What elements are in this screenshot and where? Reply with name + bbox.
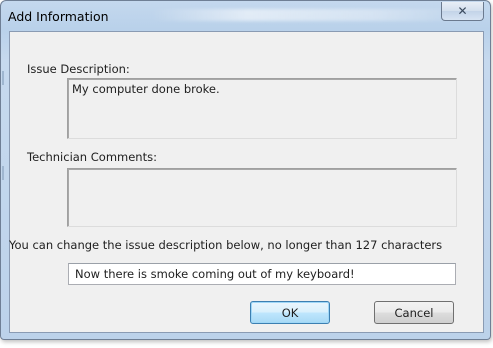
- issue-description-field[interactable]: My computer done broke.: [67, 78, 457, 139]
- cancel-button[interactable]: Cancel: [374, 301, 454, 324]
- dialog-window: Add Information ✕ Issue Description: My …: [0, 0, 491, 340]
- title-bar-background-blur: [151, 9, 471, 21]
- ok-button[interactable]: OK: [250, 301, 330, 324]
- dialog-client-area: Issue Description: My computer done brok…: [9, 31, 484, 333]
- issue-description-label: Issue Description:: [27, 62, 130, 76]
- change-description-input[interactable]: [68, 263, 456, 285]
- technician-comments-label: Technician Comments:: [27, 150, 157, 164]
- dialog-title: Add Information: [8, 9, 109, 24]
- change-description-label: You can change the issue description bel…: [9, 238, 443, 252]
- title-bar[interactable]: Add Information ✕: [1, 1, 490, 31]
- issue-description-text: My computer done broke.: [72, 82, 220, 96]
- frame-edge-mark: [2, 71, 4, 85]
- close-icon: ✕: [457, 4, 468, 18]
- technician-comments-field[interactable]: [67, 168, 457, 227]
- close-button[interactable]: ✕: [441, 2, 484, 21]
- frame-edge-mark: [2, 166, 4, 180]
